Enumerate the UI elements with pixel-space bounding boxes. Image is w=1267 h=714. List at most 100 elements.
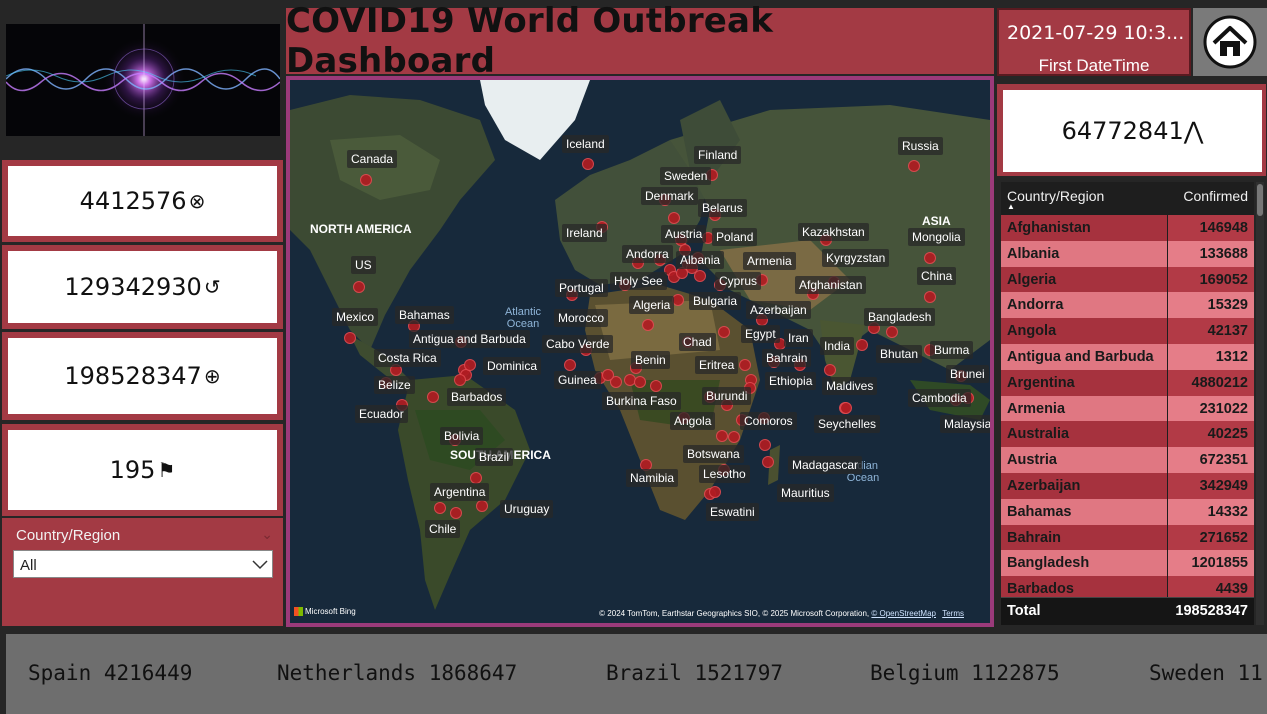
table-row[interactable]: Algeria 169052 xyxy=(1001,266,1254,293)
map-country-label: Brunei xyxy=(946,365,989,383)
case-marker[interactable] xyxy=(344,332,356,344)
case-marker[interactable] xyxy=(582,158,594,170)
country-table[interactable]: Country/Region ▲ Confirmed Afghanistan 14… xyxy=(1001,182,1254,625)
table-row[interactable]: Angola 42137 xyxy=(1001,318,1254,344)
case-marker[interactable] xyxy=(709,486,721,498)
column-header-country[interactable]: Country/Region xyxy=(1007,188,1104,204)
map-country-label: Costa Rica xyxy=(374,349,441,367)
confirmed-cell: 271652 xyxy=(1168,524,1254,551)
map-country-label: Malaysia xyxy=(940,415,990,433)
map-country-label: Dominica xyxy=(483,357,542,375)
ocean-label: Atlantic Ocean xyxy=(504,306,542,330)
map-country-label: Burma xyxy=(930,341,974,359)
table-row[interactable]: Armenia 231022 xyxy=(1001,395,1254,422)
map-country-label: Bolivia xyxy=(440,427,484,445)
kpi-value: 4412576 xyxy=(79,187,187,215)
collapse-chevron-icon[interactable]: ⌄ xyxy=(261,526,273,543)
case-marker[interactable] xyxy=(464,359,476,371)
map-country-label: Cambodia xyxy=(908,389,971,407)
map-country-label: Algeria xyxy=(629,296,675,314)
case-marker[interactable] xyxy=(924,291,936,303)
table-row[interactable]: Antigua and Barbuda 1312 xyxy=(1001,343,1254,370)
table-row[interactable]: Bangladesh 1201855 xyxy=(1001,550,1254,577)
case-marker[interactable] xyxy=(824,364,836,376)
country-cell: Andorra xyxy=(1001,292,1167,319)
ticker-item: Brazil 1521797 xyxy=(606,661,784,685)
case-marker[interactable] xyxy=(642,319,654,331)
home-button[interactable] xyxy=(1193,8,1267,76)
table-row[interactable]: Australia 40225 xyxy=(1001,421,1254,448)
map-country-label: Bahrain xyxy=(762,349,812,367)
table-row[interactable]: Afghanistan 146948 xyxy=(1001,215,1254,241)
home-icon xyxy=(1203,15,1257,69)
bing-credit-text: Microsoft Bing xyxy=(305,607,356,616)
table-row[interactable]: Bahamas 14332 xyxy=(1001,498,1254,525)
case-marker[interactable] xyxy=(759,439,771,451)
region-label: NORTH AMERICA xyxy=(310,222,412,236)
scrollbar-thumb[interactable] xyxy=(1257,184,1263,216)
confirmed-cell: 231022 xyxy=(1168,395,1254,422)
case-marker[interactable] xyxy=(476,500,488,512)
map-country-label: Angola xyxy=(670,412,716,430)
kpi-card-confirmed: 198528347 ⊕ xyxy=(2,332,283,420)
case-marker[interactable] xyxy=(434,502,446,514)
country-select[interactable]: All xyxy=(13,550,273,578)
country-filter: Country/Region ⌄ All xyxy=(2,518,283,626)
country-cell: Bahamas xyxy=(1001,498,1167,525)
case-marker[interactable] xyxy=(668,212,680,224)
case-marker[interactable] xyxy=(886,326,898,338)
case-marker[interactable] xyxy=(908,160,920,172)
kpi-card-recovered: 129342930 ↺ xyxy=(2,245,283,329)
country-select-value: All xyxy=(20,557,37,574)
case-marker[interactable] xyxy=(728,431,740,443)
country-cell: Armenia xyxy=(1001,395,1167,422)
first-datetime-card: 2021-07-29 10:3... First DateTime xyxy=(997,8,1191,76)
map-country-label: Morocco xyxy=(554,309,609,327)
country-cell: Azerbaijan xyxy=(1001,472,1167,499)
case-marker[interactable] xyxy=(924,252,936,264)
table-row[interactable]: Andorra 15329 xyxy=(1001,292,1254,319)
map-country-label: Denmark xyxy=(641,187,698,205)
case-marker[interactable] xyxy=(716,430,728,442)
map-country-label: US xyxy=(351,256,376,274)
case-marker[interactable] xyxy=(427,391,439,403)
map-country-label: China xyxy=(917,267,957,285)
case-marker[interactable] xyxy=(762,456,774,468)
case-marker[interactable] xyxy=(718,326,730,338)
ticker-item: Sweden 11 xyxy=(1149,661,1263,685)
table-row[interactable]: Albania 133688 xyxy=(1001,240,1254,267)
map-country-label: Mauritius xyxy=(777,484,834,502)
case-marker[interactable] xyxy=(454,374,466,386)
osm-link[interactable]: © OpenStreetMap xyxy=(871,609,936,618)
table-row[interactable]: Azerbaijan 342949 xyxy=(1001,472,1254,499)
case-marker[interactable] xyxy=(694,270,706,282)
confirmed-cell: 146948 xyxy=(1168,215,1254,241)
column-header-confirmed[interactable]: Confirmed xyxy=(1183,188,1248,204)
terms-link[interactable]: Terms xyxy=(942,609,964,618)
datetime-label: First DateTime xyxy=(1038,56,1150,75)
case-marker[interactable] xyxy=(353,281,365,293)
case-marker[interactable] xyxy=(450,507,462,519)
map-country-label: Ireland xyxy=(562,224,607,242)
bing-credit: Microsoft Bing xyxy=(294,607,356,617)
table-row[interactable]: Austria 672351 xyxy=(1001,447,1254,473)
case-marker[interactable] xyxy=(634,376,646,388)
case-marker[interactable] xyxy=(360,174,372,186)
confirmed-cell: 1201855 xyxy=(1168,550,1254,577)
case-marker[interactable] xyxy=(856,339,868,351)
case-marker[interactable] xyxy=(840,402,852,414)
datetime-value: 2021-07-29 10:3... xyxy=(1007,22,1183,44)
map-country-label: Brazil xyxy=(475,448,514,466)
table-scrollbar[interactable] xyxy=(1256,182,1264,625)
case-marker[interactable] xyxy=(650,380,662,392)
ticker-item: Belgium 1122875 xyxy=(870,661,1060,685)
world-map[interactable]: NORTH AMERICA ASIA SOUTH AMERICA Atlanti… xyxy=(290,80,990,623)
table-row[interactable]: Bahrain 271652 xyxy=(1001,524,1254,551)
table-row[interactable]: Argentina 4880212 xyxy=(1001,369,1254,396)
sort-ascending-icon: ▲ xyxy=(1007,202,1015,211)
case-marker[interactable] xyxy=(602,369,614,381)
kpi-value: 195 xyxy=(109,456,156,484)
case-marker[interactable] xyxy=(739,359,751,371)
case-marker[interactable] xyxy=(564,359,576,371)
map-country-label: India xyxy=(820,337,855,355)
